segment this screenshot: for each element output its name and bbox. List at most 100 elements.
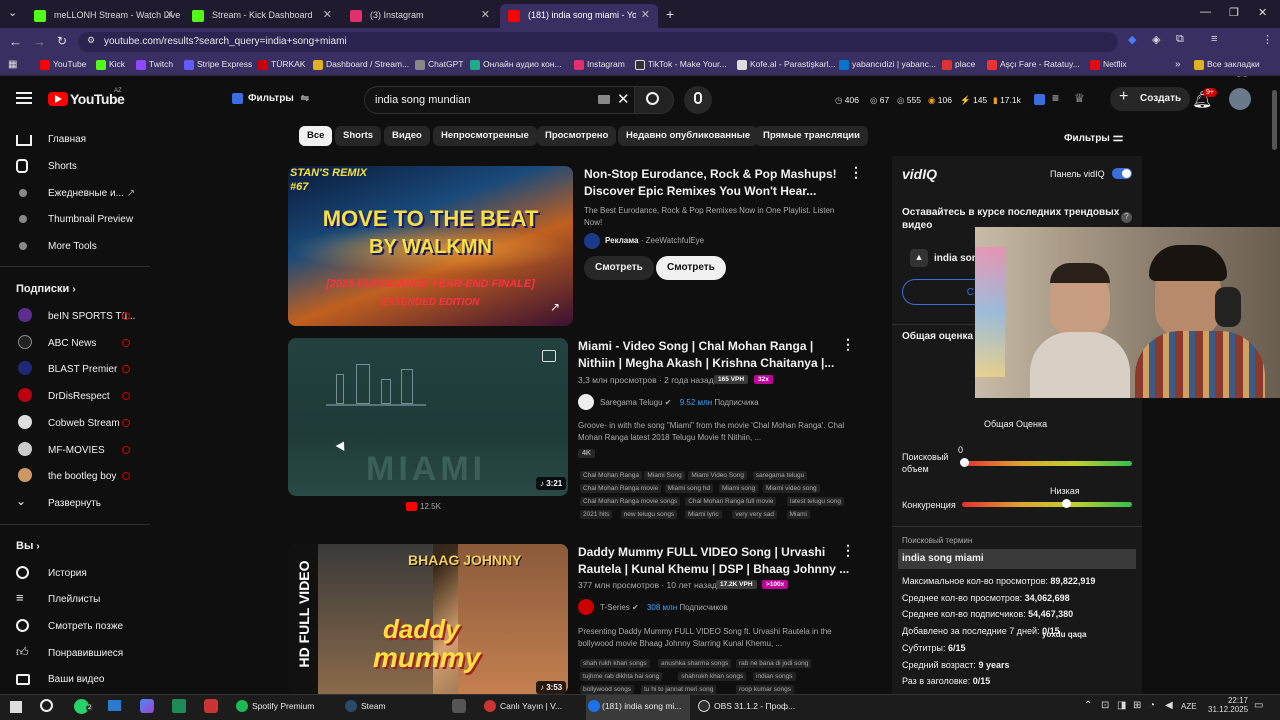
video-tag[interactable]: Miami song	[719, 484, 759, 493]
ad-title[interactable]: Non-Stop Eurodance, Rock & Pop Mashups! D…	[584, 166, 837, 200]
video-title[interactable]: Daddy Mummy FULL VIDEO Song | Urvashi Rau…	[578, 544, 849, 578]
open-external-icon[interactable]: ↗	[550, 300, 560, 314]
extension-icon[interactable]: ◈	[1152, 33, 1160, 46]
copilot-icon[interactable]	[140, 699, 154, 713]
bookmark-chatgpt[interactable]: ChatGPT	[415, 59, 463, 70]
tray-chevron-icon[interactable]: ⌃	[1084, 700, 1092, 711]
ad-thumbnail[interactable]: STAN'S REMIX #67 MOVE TO THE BEAT BY WAL…	[288, 166, 573, 326]
clock[interactable]: 22:17 31.12.2025	[1208, 696, 1248, 714]
sidebar-item-watch-later[interactable]: Смотреть позже	[16, 619, 123, 632]
video-tag[interactable]: roop kumar songs	[736, 685, 795, 694]
restore-icon[interactable]: ❐	[1229, 6, 1239, 19]
volume-icon[interactable]: ◀	[1165, 700, 1173, 711]
video-tag[interactable]: Miami song hd	[664, 484, 714, 493]
sidebar-item-playlists[interactable]: ≡ Плейлисты	[16, 590, 100, 605]
channel-avatar[interactable]	[578, 599, 594, 615]
bookmark-kofe[interactable]: Kofe.al - Parastişkarl...	[737, 59, 836, 70]
taskbar-chrome[interactable]: (181) india song mi...	[586, 695, 690, 720]
url-bar[interactable]: ⚙ youtube.com/results?search_query=india…	[78, 32, 1118, 52]
help-icon[interactable]: ?	[1121, 212, 1132, 223]
sidebar-item-history[interactable]: История	[16, 566, 87, 579]
search-button[interactable]	[634, 86, 674, 114]
video-tag[interactable]: shah rukh khan songs	[580, 659, 650, 668]
explorer-icon[interactable]	[108, 700, 121, 711]
chip-watched[interactable]: Просмотрено	[537, 126, 617, 146]
close-icon[interactable]: ✕	[323, 8, 332, 21]
video-tag[interactable]: indian songs	[753, 672, 796, 681]
bookmark-instagram[interactable]: Instagram	[574, 59, 625, 70]
bookmark-netflix[interactable]: Netflix	[1090, 59, 1127, 70]
video-tag[interactable]: rab ne bana di jodi song	[736, 659, 812, 668]
video-tag[interactable]: Miami Video Song	[688, 471, 748, 480]
chip-recent[interactable]: Недавно опубликованные	[618, 126, 759, 146]
filters-button[interactable]: Фильтры ⚌	[1064, 130, 1123, 144]
puzzle-icon[interactable]: ⧉	[1176, 33, 1184, 46]
app-icon[interactable]	[452, 699, 466, 713]
ad-watch-button-secondary[interactable]: Смотреть	[584, 256, 654, 280]
sidebar-sub-drdisrespect[interactable]: DrDisRespect	[16, 388, 130, 402]
bookmark-stripe[interactable]: Stripe Express	[184, 59, 252, 70]
chip-live[interactable]: Прямые трансляции	[755, 126, 868, 146]
tab-youtube[interactable]: (181) india song miami - YouTu ✕	[500, 4, 658, 28]
tab-kick-dashboard[interactable]: Stream - Kick Dashboard ✕	[184, 4, 340, 28]
sidebar-item-daily[interactable]: Ежедневные и... ↗	[16, 188, 135, 199]
close-icon[interactable]: ✕	[481, 8, 490, 21]
clear-search-icon[interactable]: ✕	[617, 90, 630, 108]
thumbnail-preview-icon[interactable]	[542, 350, 556, 362]
chip-videos[interactable]: Видео	[384, 126, 430, 146]
more-actions-icon[interactable]: ⋮	[849, 164, 863, 181]
back-icon[interactable]: ←	[9, 34, 22, 49]
tab-kick-stream[interactable]: meLLONH Stream - Watch Live ✕	[26, 4, 182, 28]
channel-row[interactable]: Saregama Telugu ✔ 9.52 млн Подписчика	[600, 398, 759, 407]
taskbar-live-stream[interactable]: Canlı Yayın | V...	[484, 700, 562, 712]
notification-center-icon[interactable]: ▭	[1254, 700, 1263, 711]
bookmark-ratatuy[interactable]: Aşçı Fare - Ratatuy...	[987, 59, 1080, 70]
video-tag[interactable]: Miami Song	[644, 471, 685, 480]
bookmark-tiktok[interactable]: TikTok - Make Your...	[635, 59, 727, 70]
bookmark-yabancidizi[interactable]: yabancıdizi | yabanc...	[839, 59, 936, 70]
video-tag[interactable]: bollywood songs	[580, 685, 635, 694]
minimize-icon[interactable]: —	[1200, 6, 1211, 18]
reload-icon[interactable]: ↻	[57, 34, 67, 48]
video-tag[interactable]: shahrukh khan songs	[678, 672, 747, 681]
tray-icon[interactable]: ◨	[1117, 700, 1126, 711]
sidebar-expand[interactable]: ⌄ Развернуть	[16, 494, 101, 509]
search-input[interactable]: india song mundian ✕	[364, 86, 636, 114]
extension-shield-icon[interactable]: ◆	[1128, 33, 1136, 46]
sidebar-sub-bein[interactable]: beIN SPORTS Tü...	[16, 308, 135, 322]
all-bookmarks[interactable]: Все закладки	[1194, 59, 1260, 70]
trophy-icon[interactable]: ♕	[1074, 91, 1085, 105]
video-tag[interactable]: saregama telugu	[752, 471, 808, 480]
network-icon[interactable]: ◔	[1149, 700, 1155, 711]
trend-item[interactable]: india son	[934, 253, 978, 264]
ad-watch-button[interactable]: Смотреть	[656, 256, 726, 280]
media-app-icon[interactable]	[204, 699, 218, 713]
advertiser-avatar[interactable]	[584, 233, 600, 249]
video-tag[interactable]: Miami	[786, 510, 810, 519]
more-actions-icon[interactable]: ⋮	[841, 336, 855, 353]
video-tag[interactable]: Miami video song	[763, 484, 820, 493]
video-tag[interactable]: Chal Mohan Ranga movie	[580, 484, 662, 493]
subscriptions-header[interactable]: Подписки ›	[16, 283, 76, 295]
bookmark-audio[interactable]: Онлайн аудио кон...	[470, 59, 562, 70]
vidiq-header-icon[interactable]	[1034, 94, 1045, 105]
vidiq-filters-button[interactable]: Фильтры ⇋	[232, 93, 309, 104]
trend-button[interactable]: C	[902, 279, 982, 305]
account-avatar[interactable]	[1229, 88, 1251, 110]
video-thumbnail[interactable]: MIAMI ♪ 3:21	[288, 338, 568, 496]
menu-icon[interactable]: ⋮	[1262, 33, 1273, 46]
taskbar-spotify[interactable]: Spotify Premium	[236, 700, 314, 712]
site-info-icon[interactable]: ⚙	[87, 35, 95, 46]
channel-row[interactable]: T-Series ✔ 308 млн Подписчиков	[600, 603, 728, 612]
video-tag[interactable]: tu hi to jannat meri song	[641, 685, 717, 694]
tray-icon[interactable]: ⊡	[1101, 700, 1109, 711]
video-tag[interactable]: Miami lyric	[685, 510, 722, 519]
search-icon[interactable]	[40, 699, 53, 712]
sidebar-sub-bootleg[interactable]: the bootleg boy	[16, 468, 130, 482]
forward-icon[interactable]: →	[33, 34, 46, 49]
vidiq-panel-toggle[interactable]	[1112, 168, 1132, 179]
new-tab-button[interactable]: +	[666, 6, 674, 22]
chip-unwatched[interactable]: Непросмотренные	[433, 126, 537, 146]
create-button[interactable]: + Создать	[1110, 87, 1190, 111]
video-tag[interactable]: Chal Mohan Ranga	[580, 471, 643, 480]
